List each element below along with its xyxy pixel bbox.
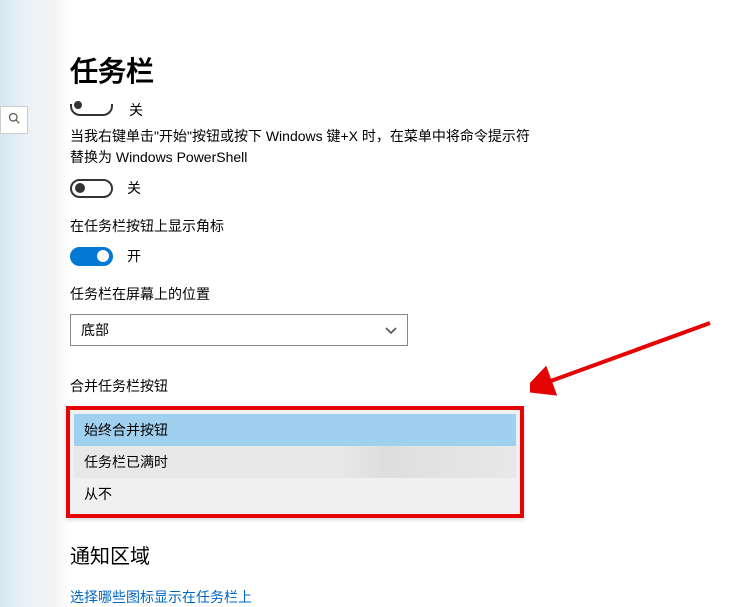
- combine-dropdown: 始终合并按钮 任务栏已满时 从不: [66, 406, 524, 518]
- chevron-down-icon: [385, 322, 397, 338]
- badges-toggle-label: 开: [127, 246, 141, 266]
- position-label: 任务栏在屏幕上的位置: [70, 284, 730, 304]
- badges-toggle[interactable]: [70, 247, 113, 266]
- toggle-knob: [97, 250, 109, 262]
- truncated-toggle-row: 关: [70, 100, 730, 120]
- badges-label: 在任务栏按钮上显示角标: [70, 216, 730, 236]
- powershell-toggle-label: 关: [127, 178, 141, 198]
- settings-panel: 任务栏 关 当我右键单击"开始"按钮或按下 Windows 键+X 时，在菜单中…: [70, 0, 730, 580]
- search-button[interactable]: [0, 106, 28, 134]
- dropdown-option-always[interactable]: 始终合并按钮: [74, 414, 516, 446]
- position-selected-value: 底部: [81, 320, 109, 340]
- position-select[interactable]: 底部: [70, 314, 408, 346]
- page-title: 任务栏: [70, 50, 730, 90]
- search-icon: [8, 111, 20, 129]
- dropdown-option-when-full[interactable]: 任务栏已满时: [74, 446, 516, 478]
- toggle-label: 关: [129, 100, 143, 120]
- powershell-toggle[interactable]: [70, 179, 113, 198]
- combine-label: 合并任务栏按钮: [70, 376, 730, 396]
- toggle-switch-partial[interactable]: [70, 104, 113, 116]
- dropdown-option-never[interactable]: 从不: [74, 478, 516, 510]
- powershell-description: 当我右键单击"开始"按钮或按下 Windows 键+X 时，在菜单中将命令提示符…: [70, 126, 530, 168]
- notification-icons-link[interactable]: 选择哪些图标显示在任务栏上: [70, 587, 252, 607]
- notification-section-title: 通知区域: [70, 540, 730, 569]
- toggle-knob: [75, 183, 85, 193]
